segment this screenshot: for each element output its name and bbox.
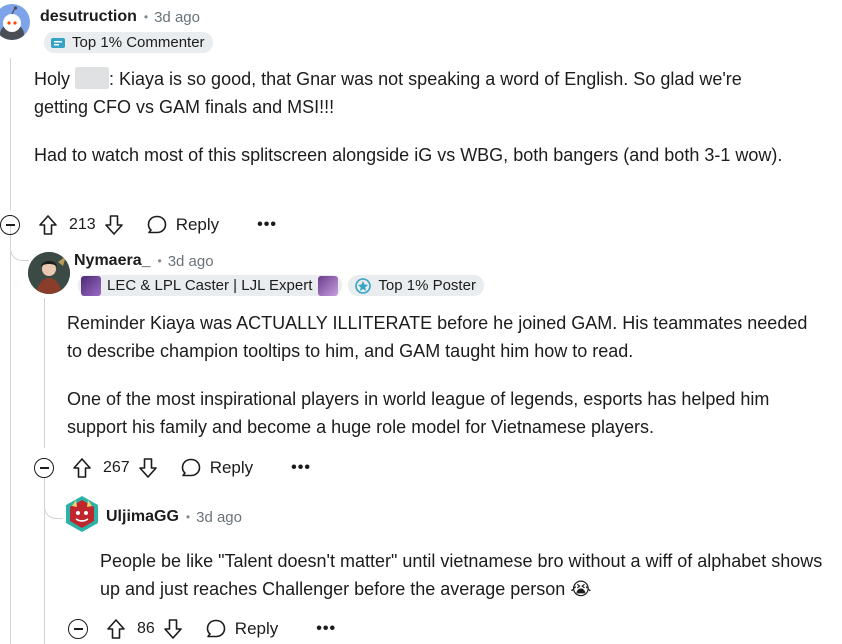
comment-paragraph: People be like "Talent doesn't matter" u… — [100, 547, 830, 603]
meta-separator: • — [185, 510, 191, 524]
vote-count: 213 — [69, 216, 96, 233]
vote-group: 86 — [106, 618, 183, 640]
reply-button[interactable]: Reply — [146, 214, 219, 236]
downvote-arrow-icon[interactable] — [138, 457, 158, 479]
upvote-arrow-icon[interactable] — [106, 618, 126, 640]
vote-count: 267 — [103, 459, 130, 476]
comment-paragraph: Had to watch most of this splitscreen al… — [34, 145, 783, 165]
comment-actions: 213 Reply ••• — [0, 212, 277, 238]
flair-row: Top 1% Commenter — [44, 32, 213, 56]
reply-button[interactable]: Reply — [205, 618, 278, 640]
upvote-arrow-icon[interactable] — [72, 457, 92, 479]
comment-actions: 267 Reply ••• — [34, 455, 311, 481]
character-avatar-icon — [28, 252, 70, 294]
flair-text: Top 1% Poster — [378, 277, 476, 294]
user-flair[interactable]: LEC & LPL Caster | LJL Expert — [78, 275, 343, 296]
collapse-icon[interactable] — [0, 215, 20, 235]
avatar[interactable] — [0, 4, 30, 40]
avatar[interactable] — [28, 252, 70, 294]
comment-age[interactable]: 3d ago — [196, 509, 242, 526]
speech-bubble-icon — [206, 619, 226, 638]
thread-connector-2 — [44, 478, 63, 519]
comment-paragraph: Reminder Kiaya was ACTUALLY ILLITERATE b… — [67, 313, 808, 361]
comment-meta: Nymaera_ • 3d ago — [74, 252, 214, 270]
snoo-icon — [0, 6, 24, 40]
collapse-icon[interactable] — [34, 458, 54, 478]
speech-bubble-icon — [181, 458, 201, 477]
body-text-post: : Kiaya is so good, that Gnar was not sp… — [109, 69, 742, 89]
thread-line-2 — [44, 298, 45, 448]
meta-separator: • — [143, 10, 149, 24]
comment-body: People be like "Talent doesn't matter" u… — [100, 547, 830, 603]
body-text: People be like "Talent doesn't matter" u… — [100, 551, 823, 599]
avatar[interactable] — [62, 494, 102, 534]
comment-paragraph: One of the most inspirational players in… — [67, 389, 770, 437]
author-name[interactable]: desutruction — [40, 8, 137, 26]
flair-text: LEC & LPL Caster | LJL Expert — [107, 277, 313, 294]
spoiler-redaction[interactable] — [75, 67, 110, 89]
author-name[interactable]: Nymaera_ — [74, 252, 151, 270]
poster-badge-icon — [355, 277, 372, 294]
comment-paragraph: Holy : Kiaya is so good, that Gnar was n… — [34, 65, 814, 121]
vote-group: 267 — [72, 457, 158, 479]
vote-count: 86 — [137, 620, 155, 637]
comment-meta: UljimaGG • 3d ago — [106, 508, 242, 526]
achievement-flair[interactable]: Top 1% Poster — [348, 275, 484, 296]
comment-body: Reminder Kiaya was ACTUALLY ILLITERATE b… — [67, 309, 827, 441]
caster-portrait-icon — [318, 275, 339, 296]
flair-row: LEC & LPL Caster | LJL Expert Top 1% Pos… — [78, 275, 484, 296]
reply-label: Reply — [175, 215, 220, 234]
reply-label: Reply — [234, 619, 279, 638]
flair-text: Top 1% Commenter — [72, 34, 205, 51]
comment-badge-icon — [51, 37, 65, 48]
caster-portrait-icon — [81, 275, 101, 296]
body-text-pre: Holy — [34, 69, 76, 89]
reply-label: Reply — [209, 458, 254, 477]
more-options-button[interactable]: ••• — [316, 620, 336, 638]
body-text-line2: getting CFO vs GAM finals and MSI!!! — [34, 97, 335, 117]
crying-face-emoji: 😭 — [570, 579, 592, 599]
speech-bubble-icon — [147, 215, 167, 234]
collapse-icon[interactable] — [68, 619, 88, 639]
thread-line-1b — [10, 235, 11, 644]
comment-body: Holy : Kiaya is so good, that Gnar was n… — [34, 65, 814, 169]
comment-actions: 86 Reply ••• — [68, 616, 336, 642]
comment-age[interactable]: 3d ago — [168, 253, 214, 270]
reply-button[interactable]: Reply — [180, 457, 253, 479]
more-options-button[interactable]: ••• — [291, 459, 311, 477]
downvote-arrow-icon[interactable] — [163, 618, 183, 640]
vote-group: 213 — [38, 214, 124, 236]
demon-avatar-icon — [66, 496, 98, 532]
achievement-flair[interactable]: Top 1% Commenter — [44, 32, 213, 53]
comment-age[interactable]: 3d ago — [154, 9, 200, 26]
comment-meta: desutruction • 3d ago — [40, 8, 200, 26]
more-options-button[interactable]: ••• — [257, 216, 277, 234]
meta-separator: • — [157, 254, 162, 268]
upvote-arrow-icon[interactable] — [38, 214, 58, 236]
thread-line-1 — [10, 58, 11, 210]
author-name[interactable]: UljimaGG — [106, 508, 179, 526]
downvote-arrow-icon[interactable] — [104, 214, 124, 236]
